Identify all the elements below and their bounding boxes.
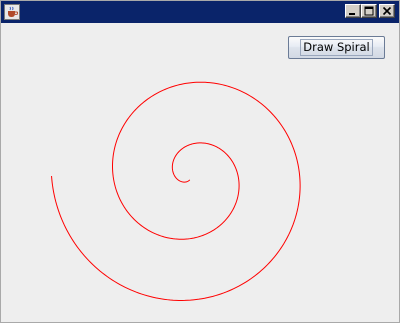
minimize-button[interactable] [345,4,361,18]
java-cup-icon[interactable] [4,4,20,20]
maximize-button[interactable] [361,4,377,18]
draw-spiral-button[interactable]: Draw Spiral [288,36,385,59]
title-bar[interactable] [1,1,399,23]
spiral-curve [51,81,301,301]
draw-spiral-label: Draw Spiral [300,39,373,56]
close-icon [382,6,392,16]
maximize-icon [364,6,374,16]
app-window: Draw Spiral [0,0,400,323]
spiral-canvas [51,81,301,301]
drawing-panel: Draw Spiral [1,23,399,322]
minimize-icon [349,13,355,15]
close-button[interactable] [379,4,395,18]
